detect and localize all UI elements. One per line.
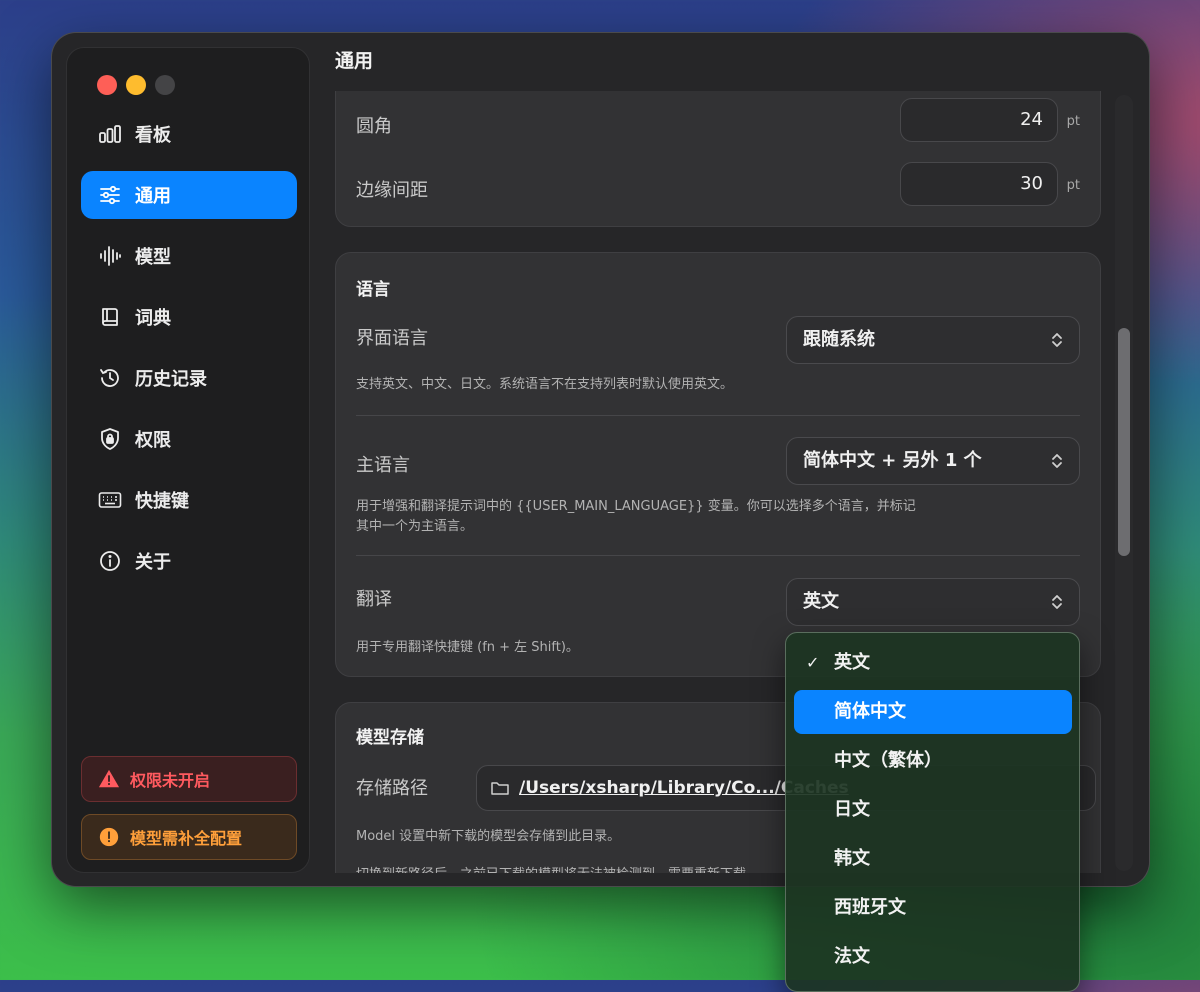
edge-spacing-unit: pt <box>1066 178 1080 193</box>
dashboard-bars-icon <box>97 121 123 147</box>
sidebar-item-label: 快捷键 <box>135 491 189 512</box>
permissions-warning-button[interactable]: 权限未开启 <box>81 756 297 802</box>
translation-help: 用于专用翻译快捷键 (fn + 左 Shift)。 <box>356 640 579 655</box>
menu-item-label: 韩文 <box>834 848 870 869</box>
ui-language-value: 跟随系统 <box>803 329 875 350</box>
info-icon <box>97 548 123 574</box>
scrollbar[interactable] <box>1115 95 1133 871</box>
sidebar-item-general[interactable]: 通用 <box>81 171 297 219</box>
menu-item-label: 西班牙文 <box>834 897 906 918</box>
close-window-button[interactable] <box>97 75 117 95</box>
divider <box>356 415 1080 416</box>
sidebar-item-label: 模型 <box>135 247 171 268</box>
page-title: 通用 <box>335 50 374 72</box>
model-storage-title: 模型存储 <box>356 728 424 748</box>
corner-radius-unit: pt <box>1066 114 1080 129</box>
storage-help-2: 切换到新路径后，之前已下载的模型将无法被检测到，需要重新下载。 <box>356 865 759 873</box>
translation-value: 英文 <box>803 591 839 612</box>
menu-item-label: 中文（繁体） <box>834 750 942 771</box>
menu-item-japanese[interactable]: 日文 <box>794 788 1072 832</box>
menu-item-label: 日文 <box>834 799 870 820</box>
language-card: 语言 界面语言 跟随系统 支持英文、中文、日文。系统语言不在支持列表时默认使用英… <box>335 252 1101 677</box>
alert-label: 模型需补全配置 <box>130 829 243 848</box>
sidebar-item-about[interactable]: 关于 <box>81 537 297 585</box>
sidebar-item-dashboard[interactable]: 看板 <box>81 110 297 158</box>
warning-triangle-icon <box>98 769 120 788</box>
lock-shield-icon <box>97 426 123 452</box>
sidebar-item-shortcuts[interactable]: 快捷键 <box>81 476 297 524</box>
scrollbar-thumb[interactable] <box>1118 328 1130 556</box>
history-clock-icon <box>97 365 123 391</box>
updown-chevron-icon <box>1052 333 1062 347</box>
sidebar-item-permissions[interactable]: 权限 <box>81 415 297 463</box>
corner-radius-label: 圆角 <box>356 116 392 137</box>
sidebar-item-label: 看板 <box>135 125 171 146</box>
ui-language-label: 界面语言 <box>356 328 428 349</box>
model-config-warning-button[interactable]: 模型需补全配置 <box>81 814 297 860</box>
ui-language-select[interactable]: 跟随系统 <box>786 316 1080 364</box>
keyboard-icon <box>97 487 123 513</box>
menu-item-label: 英文 <box>834 652 870 673</box>
main-language-help-line2: 其中一个为主语言。 <box>356 519 474 534</box>
language-section-title: 语言 <box>356 280 390 300</box>
exclamation-circle-icon <box>99 827 119 847</box>
sliders-icon <box>97 182 123 208</box>
sidebar-item-label: 关于 <box>135 552 171 573</box>
translation-select[interactable]: 英文 <box>786 578 1080 626</box>
minimize-window-button[interactable] <box>126 75 146 95</box>
divider <box>356 555 1080 556</box>
main-language-help-line1: 用于增强和翻译提示词中的 {{USER_MAIN_LANGUAGE}} 变量。你… <box>356 499 916 514</box>
sidebar-item-label: 通用 <box>135 186 171 207</box>
sidebar-item-dictionary[interactable]: 词典 <box>81 293 297 341</box>
main-language-value: 简体中文 + 另外 1 个 <box>803 450 982 471</box>
translation-label: 翻译 <box>356 589 392 610</box>
sidebar-item-label: 历史记录 <box>135 369 207 390</box>
edge-spacing-label: 边缘间距 <box>356 180 428 201</box>
folder-icon <box>491 782 509 795</box>
zoom-window-button[interactable] <box>155 75 175 95</box>
alert-label: 权限未开启 <box>130 771 211 790</box>
sidebar: 看板 通用 模型 词典 历史记录 权限 快捷键 关于 权限未开启 模型需补全配置 <box>66 47 310 873</box>
menu-item-label: 法文 <box>834 946 870 967</box>
updown-chevron-icon <box>1052 454 1062 468</box>
sidebar-item-history[interactable]: 历史记录 <box>81 354 297 402</box>
corner-radius-field[interactable]: 24 <box>900 98 1058 142</box>
menu-item-simplified-chinese[interactable]: 简体中文 <box>794 690 1072 734</box>
appearance-card: 圆角 24 pt 边缘间距 30 pt <box>335 91 1101 227</box>
menu-item-english[interactable]: ✓ 英文 <box>794 641 1072 685</box>
menu-item-label: 简体中文 <box>834 701 906 722</box>
edge-spacing-field[interactable]: 30 <box>900 162 1058 206</box>
book-icon <box>97 304 123 330</box>
waveform-icon <box>97 243 123 269</box>
sidebar-item-label: 词典 <box>135 308 171 329</box>
checkmark-icon: ✓ <box>806 653 820 672</box>
storage-path-label: 存储路径 <box>356 778 428 799</box>
menu-item-traditional-chinese[interactable]: 中文（繁体） <box>794 739 1072 783</box>
menu-item-spanish[interactable]: 西班牙文 <box>794 886 1072 930</box>
ui-language-help: 支持英文、中文、日文。系统语言不在支持列表时默认使用英文。 <box>356 377 734 392</box>
sidebar-item-label: 权限 <box>135 430 171 451</box>
menu-item-french[interactable]: 法文 <box>794 935 1072 979</box>
main-language-label: 主语言 <box>356 455 410 476</box>
sidebar-item-models[interactable]: 模型 <box>81 232 297 280</box>
translation-language-menu: ✓ 英文 简体中文 中文（繁体） 日文 韩文 西班牙文 法文 <box>785 632 1080 992</box>
storage-help-1: Model 设置中新下载的模型会存储到此目录。 <box>356 829 621 844</box>
menu-item-korean[interactable]: 韩文 <box>794 837 1072 881</box>
updown-chevron-icon <box>1052 595 1062 609</box>
main-language-select[interactable]: 简体中文 + 另外 1 个 <box>786 437 1080 485</box>
